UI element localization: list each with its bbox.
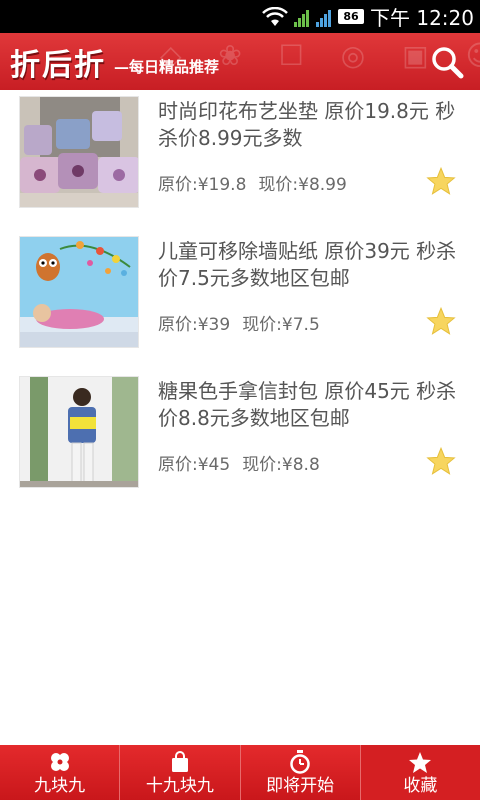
- tab-label: 收藏: [403, 776, 438, 796]
- tab-nineteen-nine[interactable]: 十九块九: [120, 745, 241, 800]
- product-thumbnail-clutch-bag[interactable]: [19, 376, 139, 488]
- product-item[interactable]: 儿童可移除墙贴纸 原价39元 秒杀价7.5元多数地区包邮 原价:¥39 现价:¥7…: [0, 230, 480, 370]
- header-decoration: ◇ ❀ ☐ ◎ ▣ ☺: [160, 39, 480, 72]
- current-price: 现价:¥8.99: [258, 175, 347, 195]
- original-price: 原价:¥45: [158, 455, 231, 475]
- status-bar: 86 下午 12:20: [0, 0, 480, 33]
- search-button[interactable]: [428, 43, 466, 81]
- product-title[interactable]: 时尚印花布艺坐垫 原价19.8元 秒杀价8.99元多数: [158, 98, 458, 152]
- favorite-button[interactable]: [424, 165, 458, 197]
- tab-label: 十九块九: [145, 776, 214, 796]
- current-price: 现价:¥8.8: [242, 455, 320, 475]
- product-prices: 原价:¥39 现价:¥7.5: [158, 310, 320, 335]
- product-list: 时尚印花布艺坐垫 原价19.8元 秒杀价8.99元多数 原价:¥19.8 现价:¥…: [0, 90, 480, 510]
- product-title[interactable]: 糖果色手拿信封包 原价45元 秒杀价8.8元多数地区包邮: [158, 378, 458, 432]
- product-prices: 原价:¥19.8 现价:¥8.99: [158, 170, 347, 195]
- signal-green-icon: [294, 7, 310, 27]
- star-icon: [426, 307, 456, 335]
- bottom-nav: 九块九 十九块九 即将开始 收藏: [0, 745, 480, 800]
- product-item[interactable]: 时尚印花布艺坐垫 原价19.8元 秒杀价8.99元多数 原价:¥19.8 现价:¥…: [0, 90, 480, 230]
- product-thumbnail-cushions[interactable]: [19, 96, 139, 208]
- star-icon: [408, 749, 432, 775]
- star-icon: [426, 447, 456, 475]
- star-icon: [426, 167, 456, 195]
- product-thumbnail-wall-sticker[interactable]: [19, 236, 139, 348]
- app-logo-title: 折后折: [10, 47, 106, 83]
- current-price: 现价:¥7.5: [242, 315, 320, 335]
- tab-favorites[interactable]: 收藏: [360, 745, 480, 800]
- status-time: 下午 12:20: [370, 6, 474, 30]
- product-title[interactable]: 儿童可移除墙贴纸 原价39元 秒杀价7.5元多数地区包邮: [158, 238, 458, 292]
- tab-label: 即将开始: [266, 776, 335, 796]
- favorite-button[interactable]: [424, 305, 458, 337]
- app-header: ◇ ❀ ☐ ◎ ▣ ☺ 折后折 —每日精品推荐: [0, 33, 480, 90]
- search-icon: [432, 47, 464, 79]
- tab-label: 九块九: [34, 776, 86, 796]
- battery-icon: 86: [338, 9, 364, 24]
- product-item[interactable]: 糖果色手拿信封包 原价45元 秒杀价8.8元多数地区包邮 原价:¥45 现价:¥8…: [0, 370, 480, 510]
- original-price: 原价:¥19.8: [158, 175, 247, 195]
- clover-icon: [49, 749, 71, 775]
- favorite-button[interactable]: [424, 445, 458, 477]
- product-prices: 原价:¥45 现价:¥8.8: [158, 450, 320, 475]
- original-price: 原价:¥39: [158, 315, 231, 335]
- signal-blue-icon: [316, 7, 332, 27]
- wifi-icon: [262, 6, 288, 27]
- tab-coming-soon[interactable]: 即将开始: [241, 745, 361, 800]
- shopping-bag-icon: [169, 749, 191, 775]
- stopwatch-icon: [289, 749, 311, 775]
- tab-nine-nine[interactable]: 九块九: [0, 745, 121, 800]
